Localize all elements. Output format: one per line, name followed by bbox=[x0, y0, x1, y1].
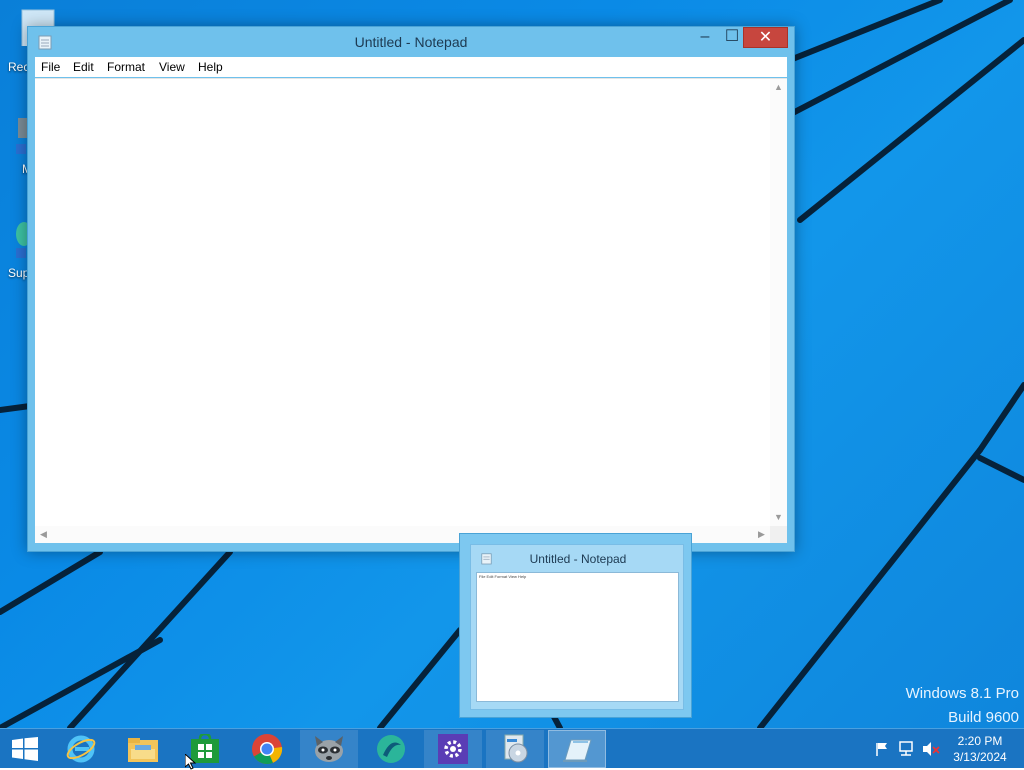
taskbar-raccoon-app[interactable] bbox=[300, 730, 358, 768]
menu-help[interactable]: Help bbox=[192, 57, 229, 77]
internet-explorer-icon bbox=[66, 735, 96, 763]
scroll-down-icon[interactable]: ▼ bbox=[770, 509, 787, 526]
taskbar-clock[interactable]: 2:20 PM 3/13/2024 bbox=[944, 733, 1016, 765]
windows-logo-icon bbox=[12, 737, 38, 761]
taskbar-notepad[interactable] bbox=[548, 730, 606, 768]
menu-file[interactable]: File bbox=[35, 57, 66, 77]
vertical-scrollbar[interactable]: ▲ ▼ bbox=[770, 79, 787, 526]
menu-edit[interactable]: Edit bbox=[67, 57, 100, 77]
maximize-button[interactable]: ☐ bbox=[718, 27, 746, 48]
disc-install-icon bbox=[504, 734, 528, 763]
file-explorer-icon bbox=[128, 738, 158, 762]
taskbar-settings[interactable] bbox=[424, 730, 482, 768]
window-title: Untitled - Notepad bbox=[354, 34, 468, 50]
taskbar-thumbnail-preview[interactable]: Untitled - Notepad File Edit Format View… bbox=[459, 533, 692, 718]
scroll-left-icon[interactable]: ◀ bbox=[35, 526, 52, 543]
preview-frame[interactable]: Untitled - Notepad File Edit Format View… bbox=[470, 544, 684, 710]
notepad-icon bbox=[563, 739, 592, 762]
raccoon-app-icon bbox=[315, 736, 343, 762]
preview-thumbnail[interactable]: File Edit Format View Help bbox=[476, 572, 679, 702]
notepad-window[interactable]: Untitled - Notepad ‒ ☐ ✕ File Edit Forma… bbox=[27, 26, 795, 552]
menu-bar: File Edit Format View Help bbox=[35, 57, 787, 77]
clock-date: 3/13/2024 bbox=[953, 750, 1007, 764]
settings-gear-icon bbox=[438, 734, 468, 764]
scroll-right-icon[interactable]: ▶ bbox=[753, 526, 770, 543]
taskbar-internet-explorer[interactable] bbox=[52, 730, 110, 768]
taskbar: 2:20 PM 3/13/2024 bbox=[0, 728, 1024, 768]
taskbar-chrome[interactable] bbox=[238, 730, 296, 768]
text-editor[interactable]: ▲ ▼ ◀ ▶ bbox=[35, 78, 787, 543]
taskbar-green-app[interactable] bbox=[362, 730, 420, 768]
start-button[interactable] bbox=[0, 730, 50, 768]
preview-title: Untitled - Notepad bbox=[529, 552, 627, 566]
chrome-icon bbox=[252, 734, 283, 764]
taskbar-disc-app[interactable] bbox=[486, 730, 544, 768]
action-center-flag-icon[interactable] bbox=[874, 741, 890, 757]
taskbar-file-explorer[interactable] bbox=[114, 730, 172, 768]
clock-time: 2:20 PM bbox=[957, 734, 1003, 748]
menu-view[interactable]: View bbox=[153, 57, 191, 77]
preview-menu-text: File Edit Format View Help bbox=[479, 574, 527, 579]
title-bar[interactable]: Untitled - Notepad ‒ ☐ ✕ bbox=[28, 27, 794, 57]
volume-muted-icon[interactable] bbox=[922, 741, 940, 757]
resize-grip-icon[interactable] bbox=[770, 526, 787, 543]
network-icon[interactable] bbox=[898, 741, 916, 757]
minimize-button[interactable]: ‒ bbox=[691, 27, 719, 48]
green-app-icon bbox=[377, 735, 405, 763]
os-watermark-line1: Windows 8.1 Pro bbox=[905, 685, 1019, 702]
system-tray bbox=[870, 729, 940, 769]
close-button[interactable]: ✕ bbox=[743, 27, 788, 48]
scroll-up-icon[interactable]: ▲ bbox=[770, 79, 787, 96]
menu-format[interactable]: Format bbox=[101, 57, 151, 77]
os-watermark-line2: Build 9600 bbox=[948, 709, 1019, 726]
